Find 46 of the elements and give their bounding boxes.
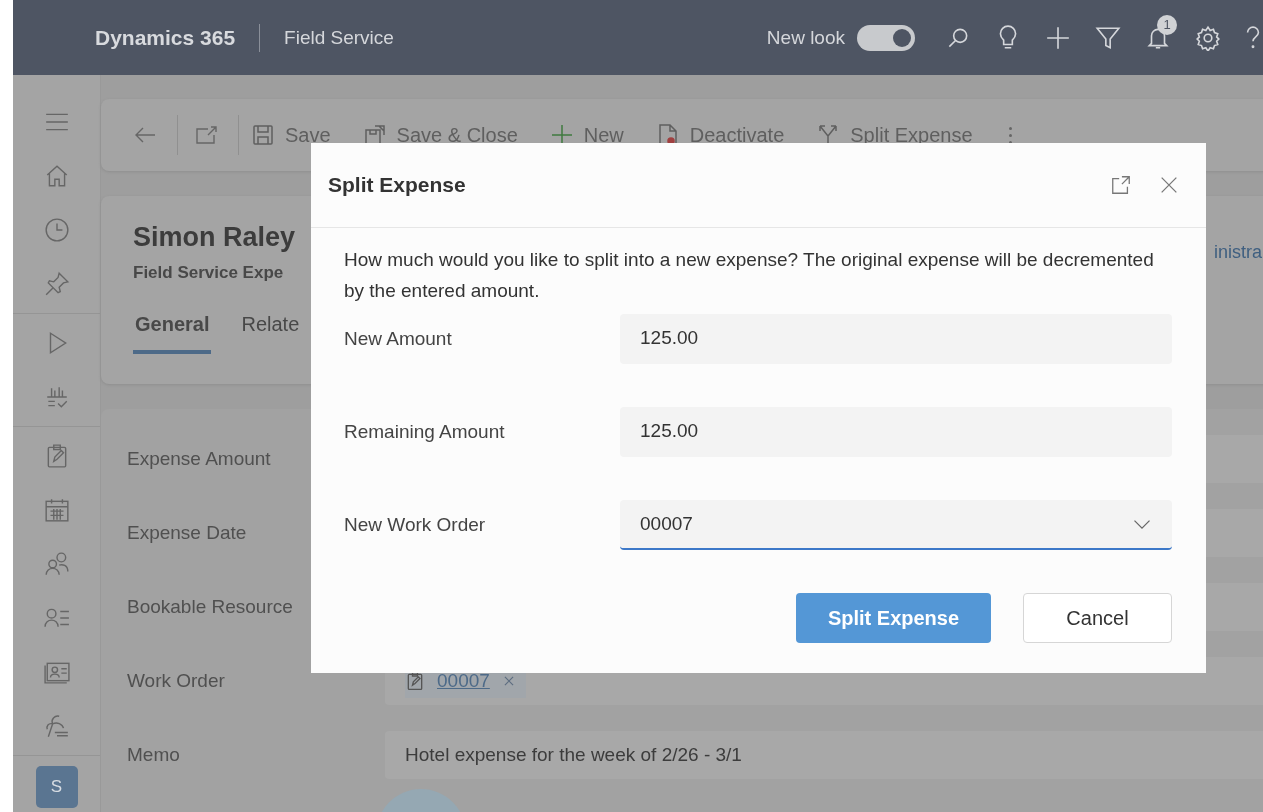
dialog-message: How much would you like to split into a new expense? The original expense will be decremented by the entered amount. bbox=[344, 248, 1155, 303]
field-label: New Amount bbox=[344, 328, 453, 350]
dropdown-field[interactable]: 00007 bbox=[620, 500, 1172, 550]
notification-badge: 1 bbox=[1157, 14, 1177, 35]
split-expense-button[interactable]: Split Expense bbox=[796, 593, 991, 643]
record-subtitle: Field Service Expe bbox=[133, 263, 285, 283]
settings-icon[interactable] bbox=[1195, 24, 1221, 51]
new-command[interactable]: New bbox=[549, 123, 624, 147]
save-icon bbox=[251, 123, 275, 147]
form-tab[interactable]: General bbox=[133, 313, 212, 354]
split-command[interactable]: Split Expense bbox=[816, 123, 973, 147]
field-value-box[interactable]: Hotel expense for the week of 2/26 - 3/1 bbox=[385, 731, 1263, 779]
clipboard-icon bbox=[405, 671, 425, 691]
save-command[interactable]: Save bbox=[251, 123, 331, 147]
tree-icon[interactable] bbox=[43, 713, 70, 739]
field-label: Work Order bbox=[127, 670, 225, 691]
calendar-icon[interactable] bbox=[43, 497, 70, 523]
open-window-icon[interactable] bbox=[194, 123, 218, 147]
plus-icon[interactable] bbox=[1045, 24, 1071, 51]
dialog-title: Split Expense bbox=[328, 173, 467, 197]
product-name[interactable]: Dynamics 365 bbox=[95, 25, 236, 50]
field-label: Expense Amount bbox=[127, 448, 271, 469]
user-avatar[interactable]: S bbox=[35, 766, 78, 808]
filter-icon[interactable] bbox=[1095, 24, 1121, 51]
field-label: Bookable Resource bbox=[127, 596, 293, 617]
field-label: Expense Date bbox=[127, 522, 247, 543]
clock-icon[interactable] bbox=[43, 217, 70, 243]
input-field[interactable]: 125.00 bbox=[620, 407, 1172, 457]
work-order-link[interactable]: 00007 bbox=[437, 670, 490, 692]
pin-icon[interactable] bbox=[43, 271, 70, 297]
memo-text: Hotel expense for the week of 2/26 - 3/1 bbox=[405, 744, 742, 766]
cancel-button[interactable]: Cancel bbox=[1023, 593, 1172, 643]
app-name: Field Service bbox=[284, 26, 394, 49]
expand-icon[interactable] bbox=[1110, 174, 1132, 196]
field-label: New Work Order bbox=[344, 514, 487, 536]
owner-link[interactable]: inistra bbox=[1214, 242, 1262, 283]
save-close-command[interactable]: Save & Close bbox=[362, 123, 518, 147]
form-tab[interactable]: Relate bbox=[239, 313, 302, 354]
field-label: Memo bbox=[127, 744, 180, 765]
field-label: Remaining Amount bbox=[344, 421, 506, 443]
help-icon[interactable] bbox=[1245, 24, 1261, 51]
new-look-toggle[interactable] bbox=[857, 24, 915, 51]
new-look-label: New look bbox=[766, 26, 845, 49]
people-icon[interactable] bbox=[43, 551, 70, 577]
input-field[interactable]: 125.00 bbox=[620, 314, 1172, 364]
record-title: Simon Raley bbox=[133, 222, 296, 253]
